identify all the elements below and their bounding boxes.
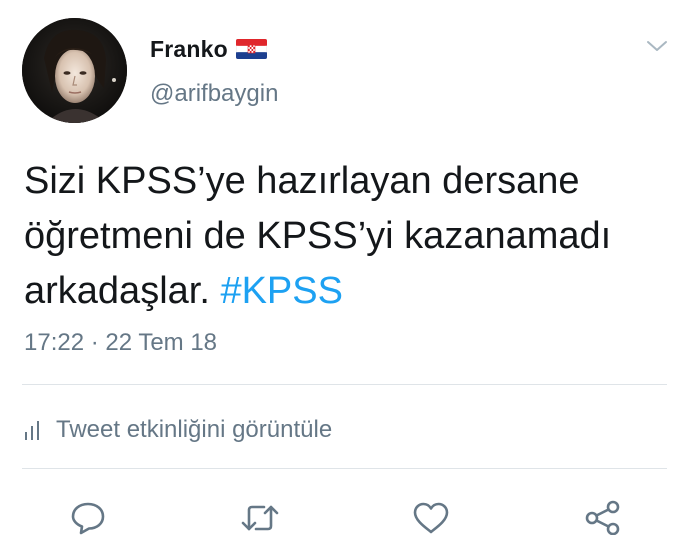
user-name-row: Franko [150,34,267,64]
retweet-button[interactable] [240,498,280,535]
user-name[interactable]: Franko [150,36,228,63]
speech-bubble-icon [71,502,105,535]
tweet-card: Franko @arifbaygin Sizi KPSS’ye hazırlay… [0,0,690,535]
tweet-text-line: öğretmeni de KPSS’yi kazanamadı [24,215,612,257]
hashtag-link[interactable]: #KPSS [220,270,343,312]
tweet-text-line: Sizi KPSS’ye hazırlayan dersane [24,160,580,202]
tweet-timestamp[interactable]: 17:22 · 22 Tem 18 [24,329,217,357]
tweet-text-line: arkadaşlar. #KPSS [24,264,674,319]
retweet-icon [241,505,279,531]
user-photo-icon [22,18,127,123]
heart-icon [413,502,449,534]
avatar[interactable] [22,18,127,123]
tweet-text-segment: arkadaşlar. [24,270,210,312]
divider [22,468,667,469]
view-activity-link[interactable]: Tweet etkinliğini görüntüle [24,414,332,446]
like-button[interactable] [411,498,451,535]
share-icon [585,500,620,535]
reply-button[interactable] [68,498,108,535]
share-button[interactable] [583,498,623,535]
bar-chart-icon [25,421,39,440]
user-handle[interactable]: @arifbaygin [150,80,278,108]
tweet-text: Sizi KPSS’ye hazırlayan dersane öğretmen… [24,154,674,319]
divider [22,384,667,385]
croatia-flag-icon [235,39,267,59]
chevron-down-icon[interactable] [646,38,668,54]
view-activity-label: Tweet etkinliğini görüntüle [56,416,333,443]
